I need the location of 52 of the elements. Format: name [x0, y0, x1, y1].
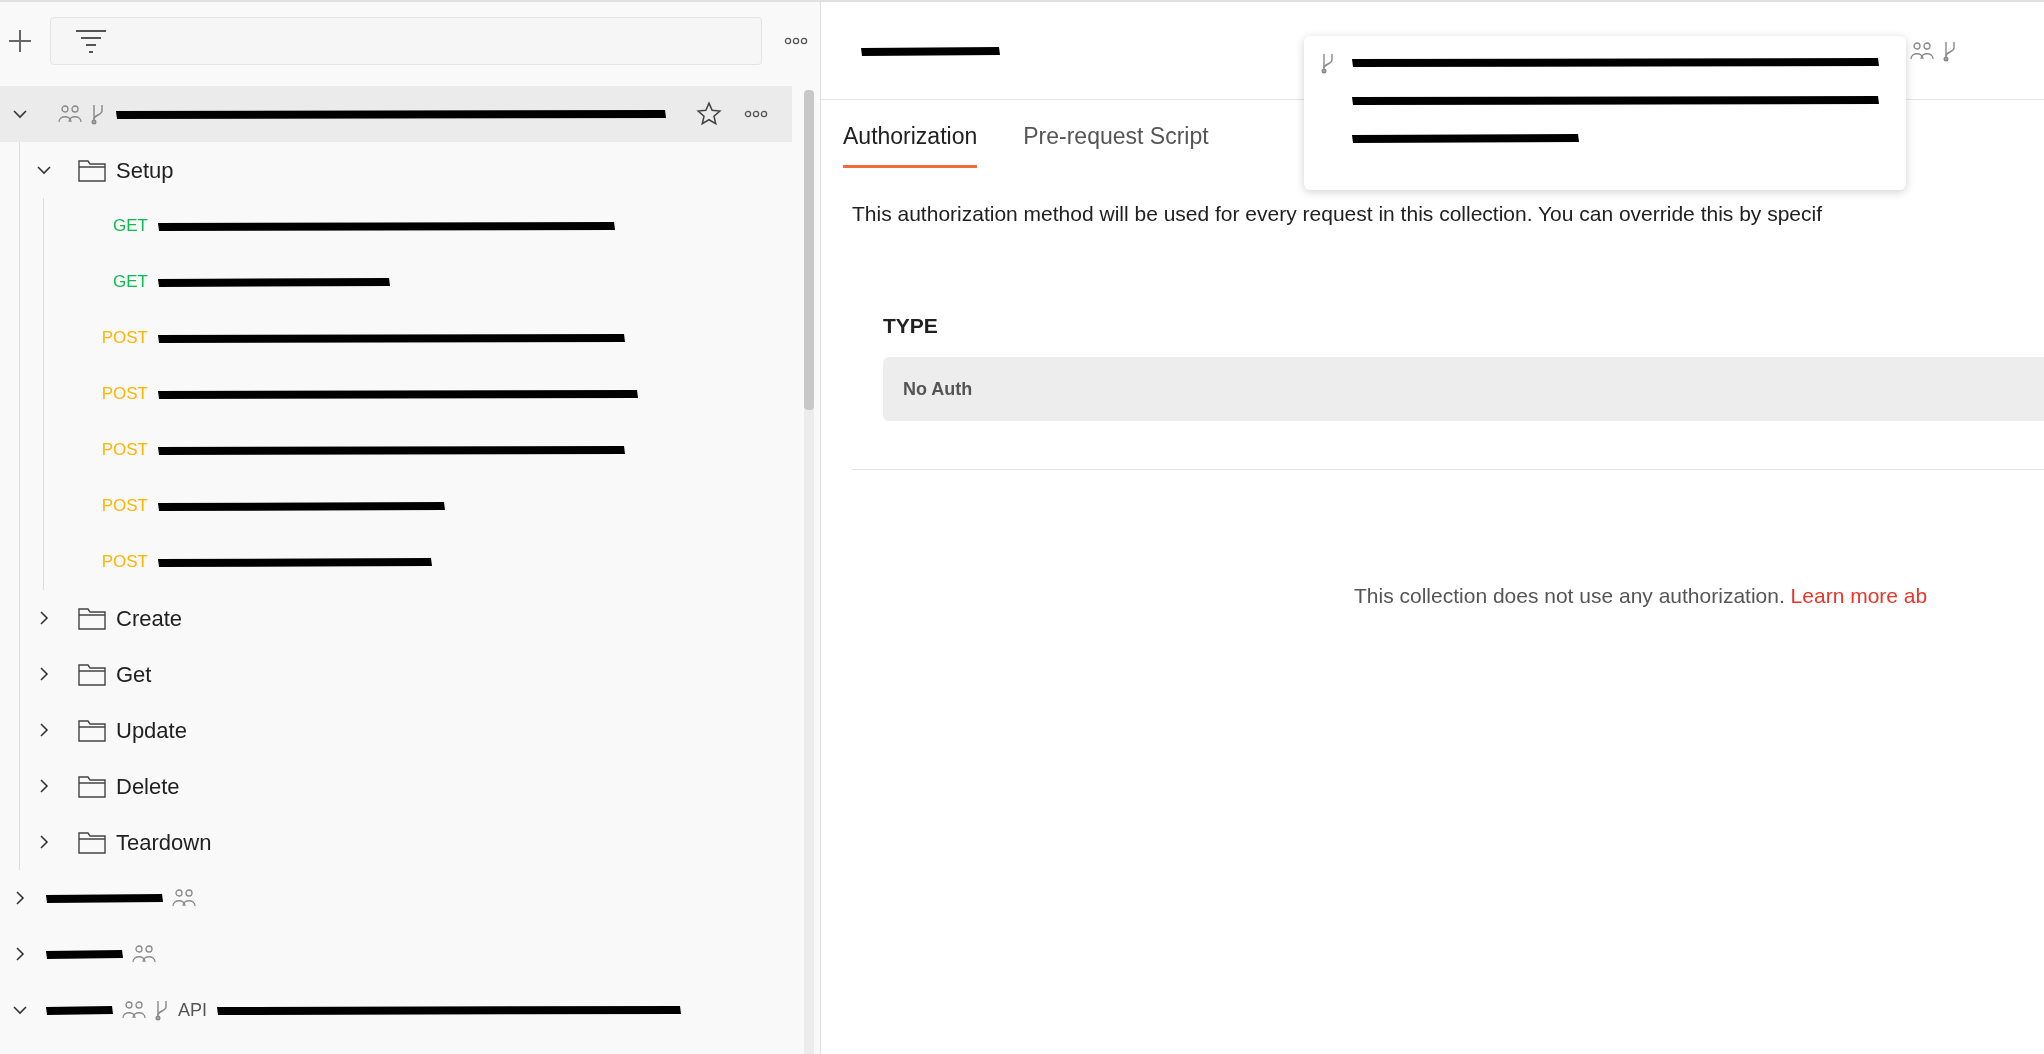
folder-name: Get — [116, 660, 152, 689]
folder-item[interactable]: Delete — [20, 758, 792, 814]
folder-name: Delete — [116, 772, 180, 801]
folder-icon — [78, 830, 106, 854]
people-icon — [58, 104, 82, 124]
folder-icon — [78, 774, 106, 798]
scrollbar-thumb[interactable] — [804, 90, 814, 410]
plus-icon[interactable] — [8, 29, 32, 53]
fork-icon — [90, 103, 106, 125]
collection-item[interactable] — [0, 86, 792, 142]
star-icon[interactable] — [696, 101, 722, 127]
tab[interactable]: Pre-request Script — [1023, 118, 1209, 168]
folder-item[interactable]: Setup — [20, 142, 792, 198]
scrollbar[interactable] — [804, 90, 814, 1054]
folder-item[interactable]: Create — [20, 590, 792, 646]
fork-icon — [154, 999, 170, 1021]
tab[interactable]: Authorization — [843, 118, 978, 168]
people-icon — [122, 1000, 146, 1020]
method-label: POST — [100, 551, 148, 574]
folder-item[interactable]: Update — [20, 702, 792, 758]
fork-icon — [1942, 39, 1958, 62]
notice-text: This collection does not use any authorization. Learn more ab — [1353, 583, 1929, 609]
method-label: POST — [100, 495, 148, 518]
method-label: POST — [100, 439, 148, 462]
folder-icon — [78, 662, 106, 686]
people-icon — [1910, 40, 1934, 61]
folder-icon — [78, 158, 106, 182]
auth-type-dropdown[interactable]: No Auth — [883, 357, 2044, 421]
folder-item[interactable]: Get — [20, 646, 792, 702]
folder-name: Update — [116, 716, 187, 745]
collection-item[interactable]: API — [0, 982, 792, 1038]
type-label: TYPE — [883, 312, 939, 339]
method-label: GET — [112, 215, 148, 238]
folder-name: Setup — [116, 156, 174, 185]
more-icon[interactable] — [784, 37, 808, 45]
method-label: GET — [112, 271, 148, 294]
people-icon — [172, 888, 196, 908]
fork-label: API — [178, 998, 207, 1022]
filter-field[interactable] — [50, 17, 762, 65]
folder-item[interactable]: Teardown — [20, 814, 792, 870]
learn-more-link[interactable]: Learn more ab — [1790, 584, 1928, 607]
folder-name: Create — [116, 604, 183, 633]
fork-icon — [1320, 52, 1336, 74]
filter-icon — [75, 28, 107, 54]
more-icon[interactable] — [744, 110, 768, 118]
method-label: POST — [100, 383, 148, 406]
people-icon — [132, 944, 156, 964]
method-label: POST — [100, 327, 148, 350]
folder-icon — [78, 718, 106, 742]
folder-icon — [78, 606, 106, 630]
folder-name: Teardown — [116, 828, 212, 857]
description-text: This authorization method will be used for every request in this collection. You can override this by specif — [852, 201, 1824, 227]
